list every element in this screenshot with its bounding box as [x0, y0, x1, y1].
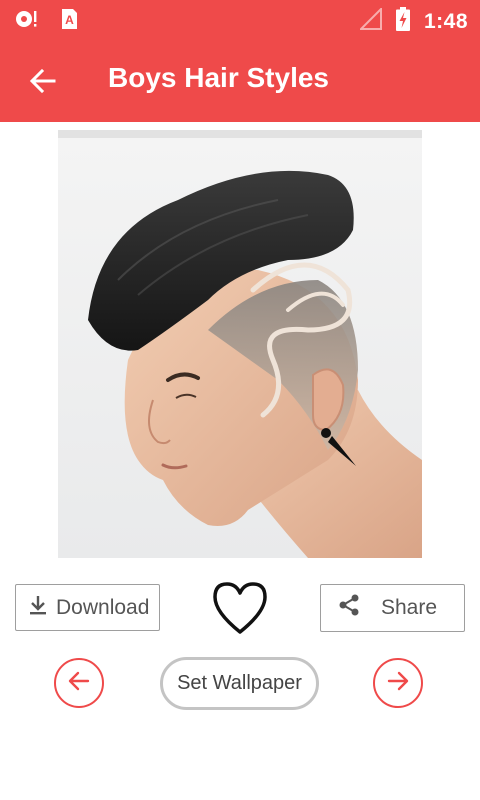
- share-button[interactable]: Share: [320, 584, 465, 632]
- previous-button[interactable]: [54, 658, 104, 708]
- page-title: Boys Hair Styles: [108, 62, 329, 93]
- status-bar: A 1:48: [0, 0, 480, 40]
- status-time: 1:48: [423, 9, 468, 33]
- heart-outline-icon: [210, 582, 270, 640]
- signal-icon: [358, 6, 382, 35]
- download-label: Download: [56, 595, 150, 619]
- notification-camera-icon: [14, 8, 40, 35]
- status-right-icons: 1:48: [358, 6, 468, 36]
- arrow-right-circle-icon: [385, 668, 411, 699]
- share-icon: [337, 593, 361, 623]
- download-button[interactable]: Download: [15, 584, 160, 631]
- back-button[interactable]: [26, 64, 60, 98]
- battery-charging-icon: [395, 7, 410, 36]
- share-label: Share: [381, 596, 438, 619]
- svg-text:A: A: [65, 13, 74, 27]
- download-icon: [28, 594, 48, 622]
- set-wallpaper-button[interactable]: Set Wallpaper: [160, 657, 319, 710]
- app-bar: Boys Hair Styles: [0, 40, 480, 122]
- a-notification-icon: A: [60, 8, 78, 35]
- arrow-left-icon: [26, 68, 60, 102]
- favorite-button[interactable]: [210, 580, 270, 636]
- hairstyle-photo: [58, 130, 422, 558]
- arrow-left-circle-icon: [66, 668, 92, 699]
- status-left-icons: A: [14, 8, 78, 35]
- next-button[interactable]: [373, 658, 423, 708]
